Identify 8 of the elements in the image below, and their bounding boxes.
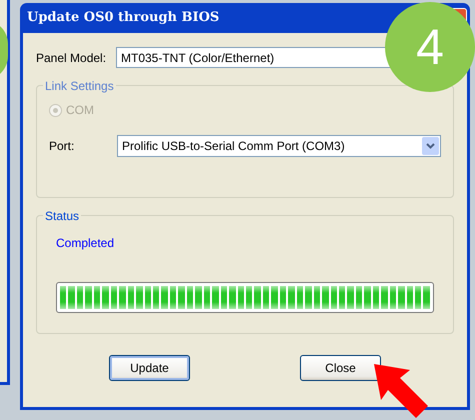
dialog-button[interactable]: Update <box>109 355 190 381</box>
window-title: Update OS0 through BIOS <box>27 9 220 28</box>
field-label: Panel Model: <box>36 50 108 66</box>
field-label: Port: <box>49 138 76 155</box>
dropdown-value: Prolific USB-to-Serial Comm Port (COM3) <box>122 138 346 155</box>
status-message: Completed <box>56 235 116 252</box>
radio-label: COM <box>66 102 94 119</box>
dialog-button[interactable]: Close <box>300 355 381 381</box>
